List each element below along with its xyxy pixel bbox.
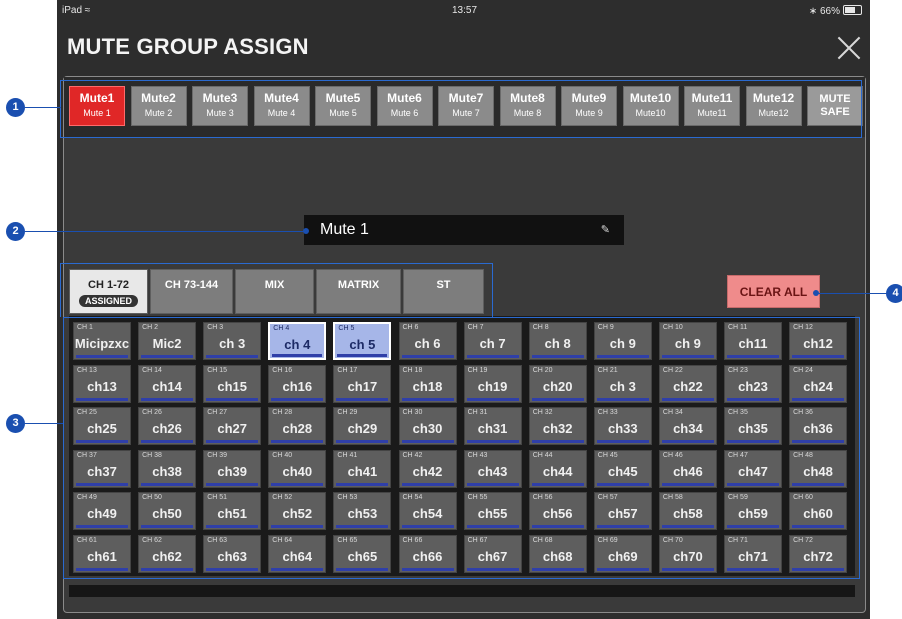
- group-name-field[interactable]: Mute 1 ✎: [304, 215, 624, 245]
- callout-line-3: [25, 423, 63, 424]
- status-bar: iPad ≈ 13:57 ∗ 66%: [57, 0, 870, 22]
- callout-highlight-mute-bar: [60, 80, 862, 138]
- callout-highlight-tabs: [60, 263, 493, 317]
- callout-marker-4: 4: [886, 284, 902, 303]
- callout-highlight-grid: [63, 317, 860, 579]
- battery-icon: [843, 5, 862, 15]
- callout-line-4: [817, 293, 887, 294]
- page-title: MUTE GROUP ASSIGN: [67, 34, 309, 59]
- status-time: 13:57: [452, 5, 478, 16]
- callout-marker-3: 3: [6, 414, 25, 433]
- bottom-strip: [69, 585, 855, 597]
- device-label: iPad: [62, 5, 83, 16]
- close-icon[interactable]: [837, 36, 861, 60]
- pencil-icon[interactable]: ✎: [601, 223, 610, 236]
- callout-dot-2: [303, 228, 309, 234]
- bluetooth-icon: ∗: [808, 6, 818, 17]
- callout-dot-4: [813, 290, 819, 296]
- callout-line-1: [25, 107, 61, 108]
- group-name-text: Mute 1: [320, 221, 369, 238]
- callout-line-2: [25, 231, 305, 232]
- wifi-icon: ≈: [84, 5, 91, 16]
- callout-marker-1: 1: [6, 98, 25, 117]
- status-right: ∗ 66%: [809, 5, 862, 17]
- clear-all-button[interactable]: CLEAR ALL: [727, 275, 820, 308]
- callout-marker-2: 2: [6, 222, 25, 241]
- battery-percent: 66%: [819, 6, 840, 17]
- status-device: iPad ≈: [62, 5, 90, 16]
